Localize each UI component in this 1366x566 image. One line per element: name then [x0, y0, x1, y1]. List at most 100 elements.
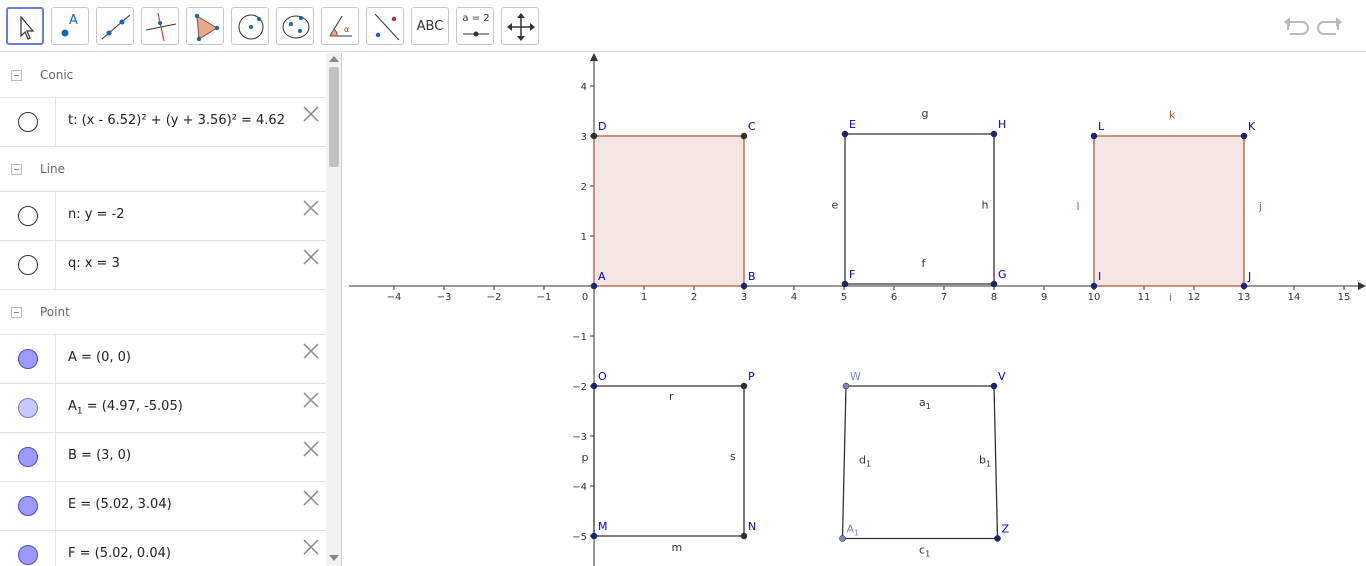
point-L	[1090, 132, 1098, 140]
visibility-toggle[interactable]	[18, 112, 38, 132]
ellipse-tool-button[interactable]	[276, 7, 314, 45]
y-tick-label: −4	[572, 482, 587, 493]
algebra-value[interactable]: F = (5.02, 0.04)	[68, 546, 171, 561]
algebra-row-B[interactable]: B = (3, 0)	[0, 433, 326, 482]
circle-icon	[238, 14, 264, 40]
text-tool-button[interactable]: ABC	[411, 7, 449, 45]
point-W	[842, 382, 850, 390]
collapse-toggle-icon[interactable]	[11, 307, 22, 318]
angle-tool-button[interactable]: α	[321, 7, 359, 45]
text-icon: ABC	[416, 18, 444, 34]
algebra-value[interactable]: A1 = (4.97, -5.05)	[68, 399, 183, 417]
y-tick-label: −2	[572, 382, 587, 393]
point-I	[1090, 282, 1098, 290]
point-label-P: P	[748, 370, 755, 383]
point-E	[841, 130, 849, 138]
algebra-row-t[interactable]: t: (x - 6.52)² + (y + 3.56)² = 4.62	[0, 98, 326, 147]
visibility-toggle[interactable]	[18, 398, 38, 418]
graphics-canvas[interactable]: −4 −3 −2 −1 0 1 2 3 4 5 6 7 8 9 10 11 12 13 14 154321−1−2−3…	[349, 53, 1366, 566]
slider-tool-button[interactable]: a = 2	[456, 7, 494, 45]
reflect-tool-button[interactable]	[366, 7, 404, 45]
segment-label-d1: d1	[859, 454, 871, 469]
redo-icon[interactable]	[1316, 12, 1346, 40]
svg-text:α: α	[344, 25, 349, 34]
circle-tool-button[interactable]	[231, 7, 269, 45]
x-tick-label: 15	[1338, 292, 1351, 303]
visibility-toggle[interactable]	[18, 545, 38, 565]
point-label-L: L	[1098, 120, 1105, 133]
x-tick-label: 13	[1238, 292, 1251, 303]
delete-icon[interactable]	[302, 199, 320, 217]
category-line[interactable]: Line	[0, 147, 326, 192]
x-tick-label: 5	[841, 292, 847, 303]
category-label: Point	[40, 305, 70, 319]
point-label-O: O	[598, 370, 607, 383]
algebra-value[interactable]: n: y = -2	[68, 207, 125, 222]
delete-icon[interactable]	[302, 538, 320, 556]
collapse-toggle-icon[interactable]	[11, 70, 22, 81]
scroll-up-icon[interactable]	[329, 56, 339, 62]
category-conic[interactable]: Conic	[0, 53, 326, 98]
y-tick-label: −3	[572, 432, 587, 443]
line-tool-button[interactable]	[96, 7, 134, 45]
x-tick-label: −3	[437, 292, 452, 303]
y-tick-label: −1	[572, 332, 587, 343]
polygon-tool-button[interactable]	[186, 7, 224, 45]
move-view-tool-button[interactable]	[501, 7, 539, 45]
point-C	[740, 132, 748, 140]
y-tick-label: −5	[572, 532, 587, 543]
algebra-row-E[interactable]: E = (5.02, 3.04)	[0, 482, 326, 531]
algebra-value[interactable]: E = (5.02, 3.04)	[68, 497, 172, 512]
visibility-toggle[interactable]	[18, 349, 38, 369]
point-label-G: G	[998, 268, 1007, 281]
x-tick-label: 10	[1088, 292, 1101, 303]
point-label-N: N	[748, 520, 756, 533]
algebra-scrollbar[interactable]	[326, 53, 341, 566]
y-axis-arrow-icon	[590, 53, 598, 61]
algebra-row-q[interactable]: q: x = 3	[0, 241, 326, 290]
category-label: Line	[40, 162, 66, 176]
undo-icon[interactable]	[1280, 12, 1310, 40]
algebra-value[interactable]: A = (0, 0)	[68, 350, 131, 365]
point-N	[740, 532, 748, 540]
algebra-row-F[interactable]: F = (5.02, 0.04)	[0, 531, 326, 566]
visibility-toggle[interactable]	[18, 206, 38, 226]
algebra-value[interactable]: t: (x - 6.52)² + (y + 3.56)² = 4.62	[68, 113, 285, 128]
delete-icon[interactable]	[302, 248, 320, 266]
visibility-toggle[interactable]	[18, 255, 38, 275]
point-label-B: B	[748, 270, 756, 283]
algebra-view: Conic t: (x - 6.52)² + (y + 3.56)² = 4.6…	[0, 53, 342, 566]
delete-icon[interactable]	[302, 391, 320, 409]
algebra-row-n[interactable]: n: y = -2	[0, 192, 326, 241]
algebra-row-A[interactable]: A = (0, 0)	[0, 335, 326, 384]
point-tool-button[interactable]: A	[51, 7, 89, 45]
point-P	[740, 382, 748, 390]
x-tick-label: 3	[741, 292, 747, 303]
delete-icon[interactable]	[302, 489, 320, 507]
point-M	[590, 532, 598, 540]
segment-label-a1: a1	[919, 396, 931, 411]
segment-label-m: m	[672, 541, 683, 554]
x-tick-label: 0	[582, 292, 588, 303]
visibility-toggle[interactable]	[18, 447, 38, 467]
perpendicular-icon	[145, 12, 177, 42]
graphics-view[interactable]: −4 −3 −2 −1 0 1 2 3 4 5 6 7 8 9 10 11 12 13 14 15 4 3 2 1 −1 −2 −3…	[349, 53, 1366, 566]
perpendicular-tool-button[interactable]	[141, 7, 179, 45]
delete-icon[interactable]	[302, 440, 320, 458]
move-tool-button[interactable]	[6, 7, 44, 45]
x-axis-arrow-icon	[1358, 282, 1366, 290]
x-tick-label: 4	[791, 292, 797, 303]
segment-label-r: r	[669, 390, 674, 403]
scroll-down-icon[interactable]	[329, 555, 339, 561]
delete-icon[interactable]	[302, 105, 320, 123]
category-point[interactable]: Point	[0, 290, 326, 335]
point-label-D: D	[598, 120, 606, 133]
toolbar: A α ABC a = 2	[0, 0, 1366, 52]
algebra-row-A1[interactable]: A1 = (4.97, -5.05)	[0, 384, 326, 433]
algebra-value[interactable]: B = (3, 0)	[68, 448, 131, 463]
delete-icon[interactable]	[302, 342, 320, 360]
scroll-thumb[interactable]	[329, 67, 339, 167]
visibility-toggle[interactable]	[18, 496, 38, 516]
algebra-value[interactable]: q: x = 3	[68, 256, 120, 271]
collapse-toggle-icon[interactable]	[11, 164, 22, 175]
